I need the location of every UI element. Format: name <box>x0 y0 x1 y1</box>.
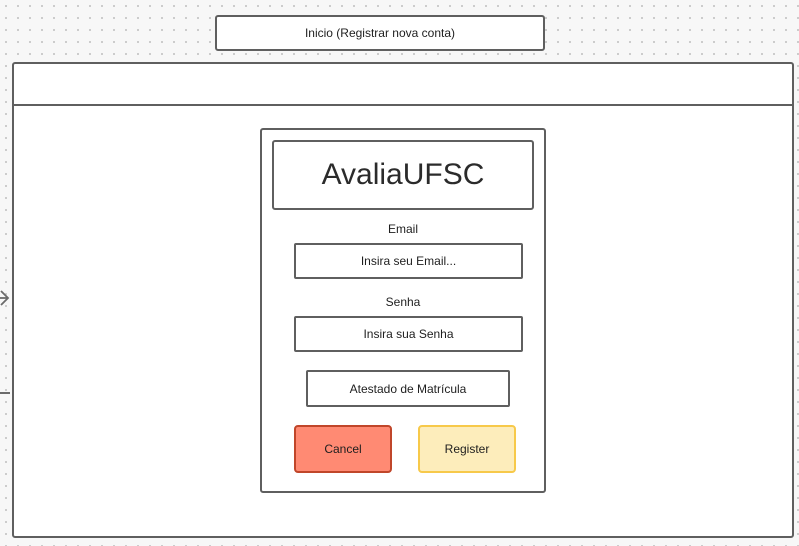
screen-header-bar <box>14 64 792 106</box>
app-logo-box: AvaliaUFSC <box>272 140 534 210</box>
password-input[interactable] <box>294 316 523 352</box>
email-label: Email <box>387 222 418 236</box>
cancel-button[interactable]: Cancel <box>294 425 392 473</box>
attachment-upload-button[interactable]: Atestado de Matrícula <box>306 370 510 407</box>
register-button[interactable]: Register <box>418 425 516 473</box>
password-label: Senha <box>385 295 421 309</box>
connector-arrow-icon <box>0 290 10 306</box>
frame-title: Inicio (Registrar nova conta) <box>215 15 545 51</box>
connector-line <box>0 392 10 394</box>
email-input[interactable] <box>294 243 523 279</box>
frame-title-text: Inicio (Registrar nova conta) <box>304 26 456 40</box>
app-name: AvaliaUFSC <box>321 158 485 191</box>
